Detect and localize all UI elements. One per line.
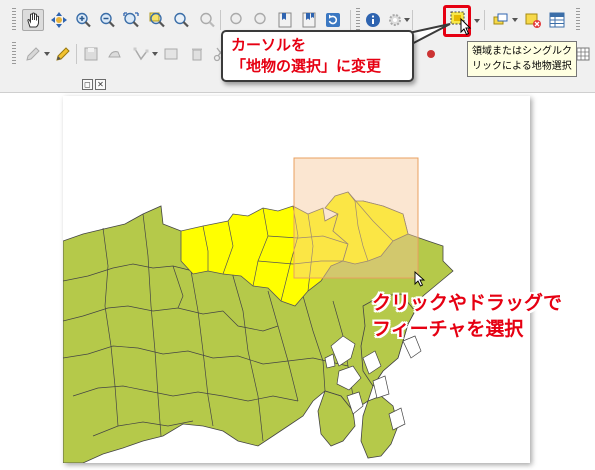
save-icon (84, 47, 98, 61)
toolbar-grip[interactable] (576, 8, 580, 30)
chevron-down-icon[interactable] (152, 52, 158, 56)
zoom-in-button[interactable] (72, 9, 94, 31)
toggle-editing-button[interactable] (52, 43, 74, 65)
zoom-full-icon (123, 12, 139, 28)
float-panel-button[interactable]: ◻ (82, 79, 93, 90)
panel-controls: ◻ ✕ (82, 79, 108, 91)
map-svg[interactable] (63, 96, 530, 463)
add-feature-icon (108, 51, 121, 58)
toolbar-grip[interactable] (12, 42, 16, 64)
zoom-out-button[interactable] (96, 9, 118, 31)
zoom-selection-icon (149, 12, 165, 28)
instruction-callout: カーソルを 「地物の選択」に変更 (221, 30, 414, 82)
zoom-full-button[interactable] (120, 9, 142, 31)
zoom-next-icon (254, 12, 266, 25)
vertex-tool-button[interactable] (130, 43, 152, 65)
toolbar-grip[interactable] (12, 8, 16, 30)
save-edits-button[interactable] (80, 43, 102, 65)
zoom-native-button[interactable] (196, 9, 218, 31)
gear-icon (389, 14, 401, 26)
hand-icon (27, 12, 39, 28)
zoom-native-icon (200, 12, 215, 28)
new-bookmark-button[interactable] (274, 9, 296, 31)
bookmark-icon (278, 12, 292, 28)
show-bookmarks-button[interactable] (298, 9, 320, 31)
close-panel-button[interactable]: ✕ (95, 79, 106, 90)
zoom-in-icon (76, 12, 91, 28)
select-value-icon (493, 13, 508, 25)
zoom-to-layer-button[interactable] (170, 9, 192, 31)
pan-arrows-icon (51, 12, 67, 28)
zoom-to-selection-button[interactable] (146, 9, 168, 31)
trash-icon (192, 48, 202, 61)
run-action-button[interactable] (384, 9, 406, 31)
current-edits-button[interactable] (22, 43, 44, 65)
modify-attributes-button[interactable] (160, 43, 182, 65)
select-by-value-button[interactable] (490, 9, 512, 31)
toolbar-separator (76, 44, 77, 64)
chevron-down-icon[interactable] (512, 18, 518, 22)
add-feature-button[interactable] (104, 43, 126, 65)
pan-map-button[interactable] (22, 9, 44, 31)
pencil-edits-icon (26, 47, 40, 61)
toolbar-separator (350, 10, 351, 30)
pan-to-selection-button[interactable] (48, 9, 70, 31)
mouse-cursor-icon (460, 18, 472, 36)
deselect-icon (525, 13, 541, 28)
toolbar-separator (484, 10, 485, 30)
info-icon (366, 13, 380, 27)
callout-text: カーソルを 「地物の選択」に変更 (231, 36, 382, 75)
open-attribute-table-button[interactable] (546, 9, 568, 31)
deselect-all-button[interactable] (522, 9, 544, 31)
zoom-layer-icon (174, 12, 189, 28)
refresh-button[interactable] (322, 9, 344, 31)
toolbar-grip[interactable] (356, 8, 360, 30)
bookmarks-icon (302, 12, 316, 28)
zoom-last-button[interactable] (226, 9, 248, 31)
identify-button[interactable] (362, 9, 384, 31)
toolbar-area: ◻ ✕ カーソルを 「地物の選択」に変更 領域またはシングルク リックによる地物… (0, 0, 595, 93)
chevron-down-icon[interactable] (474, 19, 480, 23)
selection-rectangle (293, 157, 419, 279)
annotation-text: クリックやドラッグで フィーチャを選択 (372, 292, 563, 340)
zoom-out-icon (100, 12, 115, 28)
map-canvas[interactable] (63, 96, 530, 463)
select-tool-tooltip: 領域またはシングルク リックによる地物選択 (467, 41, 577, 77)
vertex-icon (133, 47, 149, 61)
toolbar-separator (220, 10, 221, 30)
zoom-last-icon (230, 12, 242, 25)
pencil-icon (56, 47, 70, 61)
attributes-icon (164, 48, 178, 60)
delete-selected-button[interactable] (186, 43, 208, 65)
refresh-icon (326, 13, 340, 27)
chevron-down-icon[interactable] (44, 52, 50, 56)
table-icon (549, 12, 565, 28)
zoom-next-button[interactable] (250, 9, 272, 31)
